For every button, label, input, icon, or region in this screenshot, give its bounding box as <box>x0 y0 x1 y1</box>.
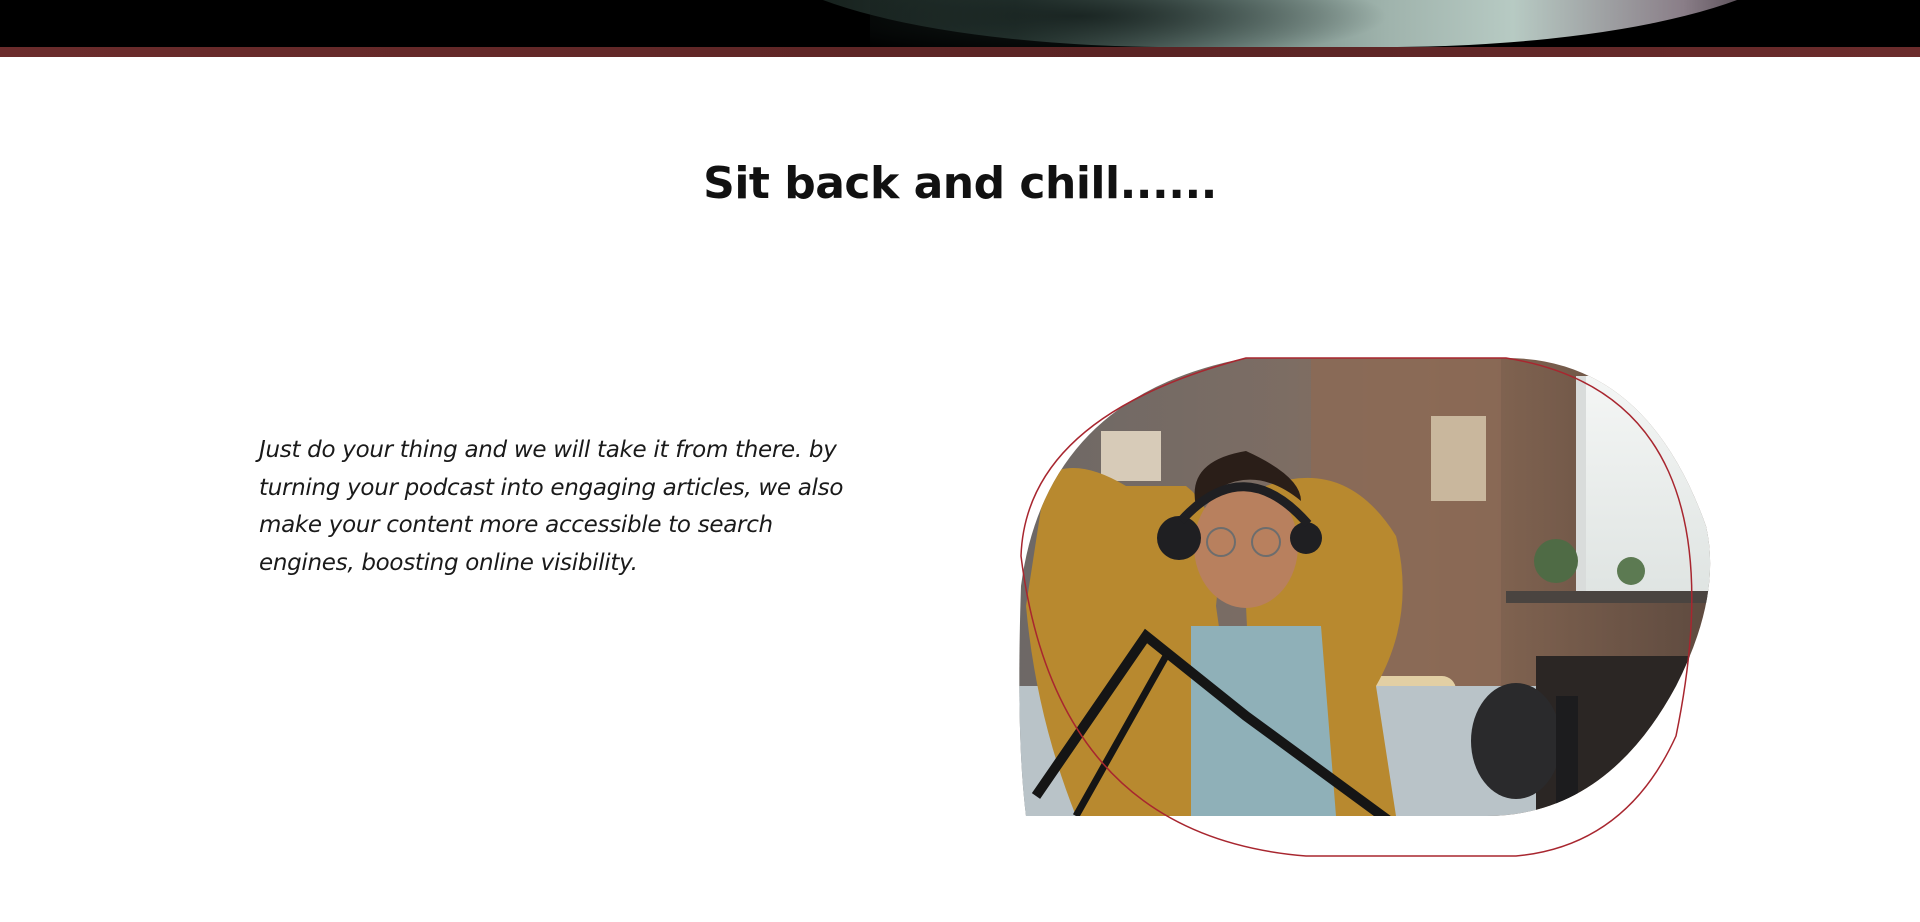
podcaster-photo-svg <box>1019 357 1711 857</box>
hero-photo-crop <box>750 0 1810 47</box>
hero-banner-image <box>0 0 1920 47</box>
section-title: Sit back and chill...... <box>703 158 1217 209</box>
section-body-text: Just do your thing and we will take it f… <box>259 437 844 576</box>
podcaster-photo <box>1016 356 1712 858</box>
hero-accent-bar <box>0 47 1920 57</box>
